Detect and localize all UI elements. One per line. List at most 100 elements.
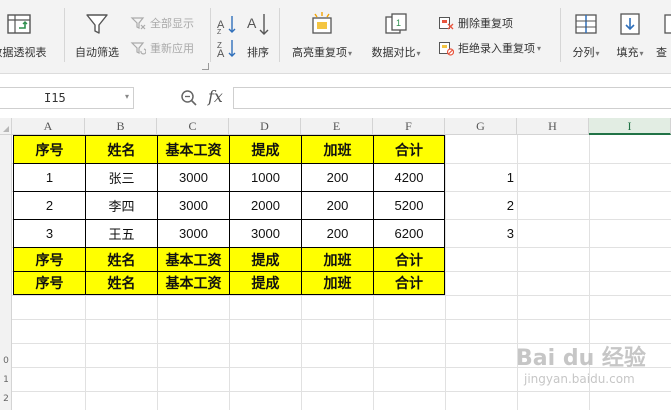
- table-cell[interactable]: 5200: [373, 191, 445, 220]
- sort-label: 排序: [247, 46, 269, 59]
- dropdown-arrow-icon: ▾: [537, 43, 542, 53]
- insert-function-button[interactable]: fx: [208, 87, 223, 106]
- column-g-cell[interactable]: 1: [445, 163, 517, 191]
- row-header-column: [0, 135, 12, 410]
- data-compare-button[interactable]: 1 数据对比▾: [364, 4, 428, 66]
- sort-button[interactable]: A 排序: [238, 4, 278, 66]
- grid-line: [12, 295, 671, 296]
- table-header-cell[interactable]: 合计: [373, 271, 445, 295]
- column-header-b[interactable]: B: [85, 118, 157, 135]
- table-header-cell[interactable]: 加班: [301, 271, 374, 295]
- row-header[interactable]: 1: [0, 373, 12, 387]
- table-cell[interactable]: 1: [13, 163, 86, 192]
- split-column-button[interactable]: 分列▾: [566, 4, 606, 66]
- name-box[interactable]: I15 ▾: [0, 87, 134, 109]
- table-header-cell[interactable]: 姓名: [85, 135, 158, 164]
- highlight-duplicates-icon: [312, 12, 332, 34]
- table-cell[interactable]: 200: [301, 163, 374, 192]
- table-header-cell[interactable]: 姓名: [85, 271, 158, 295]
- table-header-cell[interactable]: 基本工资: [157, 247, 230, 272]
- table-header-cell[interactable]: 基本工资: [157, 135, 230, 164]
- table-cell[interactable]: 1000: [229, 163, 302, 192]
- table-cell[interactable]: 李四: [85, 191, 158, 220]
- table-header-cell[interactable]: 序号: [13, 247, 86, 272]
- table-cell[interactable]: 3000: [157, 191, 230, 220]
- row-header[interactable]: 2: [0, 392, 12, 406]
- column-g-cell[interactable]: 2: [445, 191, 517, 219]
- reapply-button[interactable]: 重新应用: [130, 38, 194, 58]
- formula-bar: I15 ▾ fx: [0, 82, 671, 112]
- sort-descending-icon: Z A: [217, 40, 236, 58]
- table-cell[interactable]: 200: [301, 191, 374, 220]
- table-header-cell[interactable]: 提成: [229, 271, 302, 295]
- reject-duplicates-button[interactable]: 拒绝录入重复项 ▾: [438, 38, 541, 58]
- highlight-duplicates-button[interactable]: 高亮重复项▾: [285, 4, 359, 66]
- table-cell[interactable]: 2: [13, 191, 86, 220]
- table-header-cell[interactable]: 基本工资: [157, 271, 230, 295]
- fill-button[interactable]: 填充▾: [610, 4, 650, 66]
- table-cell[interactable]: 3: [13, 219, 86, 248]
- table-header-cell[interactable]: 合计: [373, 247, 445, 272]
- ribbon-separator: [64, 8, 65, 62]
- spreadsheet-grid[interactable]: A B C D E F G H I 0 1 2 序号 姓名 基本工资 提成 加班…: [0, 118, 671, 410]
- svg-text:A: A: [217, 48, 225, 58]
- select-all-triangle-icon: [3, 126, 9, 132]
- ribbon-separator: [560, 8, 561, 62]
- column-header-e[interactable]: E: [301, 118, 373, 135]
- table-cell[interactable]: 4200: [373, 163, 445, 192]
- filter-funnel-icon: [86, 14, 108, 34]
- table-header-cell[interactable]: 姓名: [85, 247, 158, 272]
- fill-label: 填充: [616, 46, 639, 59]
- dropdown-arrow-icon: ▾: [347, 49, 352, 58]
- table-header-cell[interactable]: 加班: [301, 247, 374, 272]
- remove-duplicates-label: 删除重复项: [458, 17, 513, 30]
- column-header-c[interactable]: C: [157, 118, 229, 135]
- table-cell[interactable]: 3000: [157, 163, 230, 192]
- table-header-cell[interactable]: 序号: [13, 271, 86, 295]
- column-header-i[interactable]: I: [589, 118, 671, 135]
- select-all-button[interactable]: [0, 118, 12, 135]
- row-header[interactable]: 0: [0, 354, 12, 368]
- table-cell[interactable]: 3000: [157, 219, 230, 248]
- column-g-cell[interactable]: 3: [445, 219, 517, 247]
- pivot-table-icon: [7, 14, 31, 34]
- pivot-table-button[interactable]: 数据透视表: [0, 4, 56, 66]
- column-header-a[interactable]: A: [12, 118, 85, 135]
- show-all-label: 全部显示: [150, 17, 194, 30]
- watermark-text: Bai du 经验: [516, 346, 646, 371]
- autofilter-label: 自动筛选: [75, 46, 119, 59]
- table-header-cell[interactable]: 提成: [229, 247, 302, 272]
- reject-duplicates-label: 拒绝录入重复项: [458, 42, 535, 55]
- zoom-icon[interactable]: [180, 89, 198, 107]
- autofilter-button[interactable]: 自动筛选: [70, 4, 124, 66]
- chevron-down-icon[interactable]: ▾: [125, 92, 129, 101]
- show-all-button[interactable]: 全部显示: [130, 13, 194, 33]
- remove-duplicates-button[interactable]: 删除重复项: [438, 13, 513, 33]
- table-header-cell[interactable]: 加班: [301, 135, 374, 164]
- svg-text:1: 1: [396, 18, 401, 28]
- table-header-cell[interactable]: 提成: [229, 135, 302, 164]
- column-header-h[interactable]: H: [517, 118, 589, 135]
- table-cell[interactable]: 张三: [85, 163, 158, 192]
- svg-text:Z: Z: [217, 29, 222, 34]
- formula-input[interactable]: [233, 87, 671, 109]
- column-header-f[interactable]: F: [373, 118, 445, 135]
- table-header-cell[interactable]: 合计: [373, 135, 445, 164]
- table-cell[interactable]: 200: [301, 219, 374, 248]
- column-header-g[interactable]: G: [445, 118, 517, 135]
- table-cell[interactable]: 王五: [85, 219, 158, 248]
- split-column-icon: [575, 14, 597, 34]
- table-cell[interactable]: 2000: [229, 191, 302, 220]
- ribbon-separator: [210, 8, 211, 62]
- sort-ascending-icon: A Z: [217, 16, 236, 34]
- column-header-d[interactable]: D: [229, 118, 301, 135]
- split-column-label: 分列: [572, 46, 595, 59]
- find-label: 查: [656, 46, 667, 59]
- table-cell[interactable]: 3000: [229, 219, 302, 248]
- table-cell[interactable]: 6200: [373, 219, 445, 248]
- table-header-cell[interactable]: 序号: [13, 135, 86, 164]
- dialog-launcher-icon[interactable]: [202, 63, 209, 70]
- grid-line: [12, 319, 671, 320]
- find-button[interactable]: 查: [652, 4, 671, 66]
- ribbon-toolbar: 数据透视表 自动筛选 全部显示 重新应用 A Z: [0, 0, 671, 74]
